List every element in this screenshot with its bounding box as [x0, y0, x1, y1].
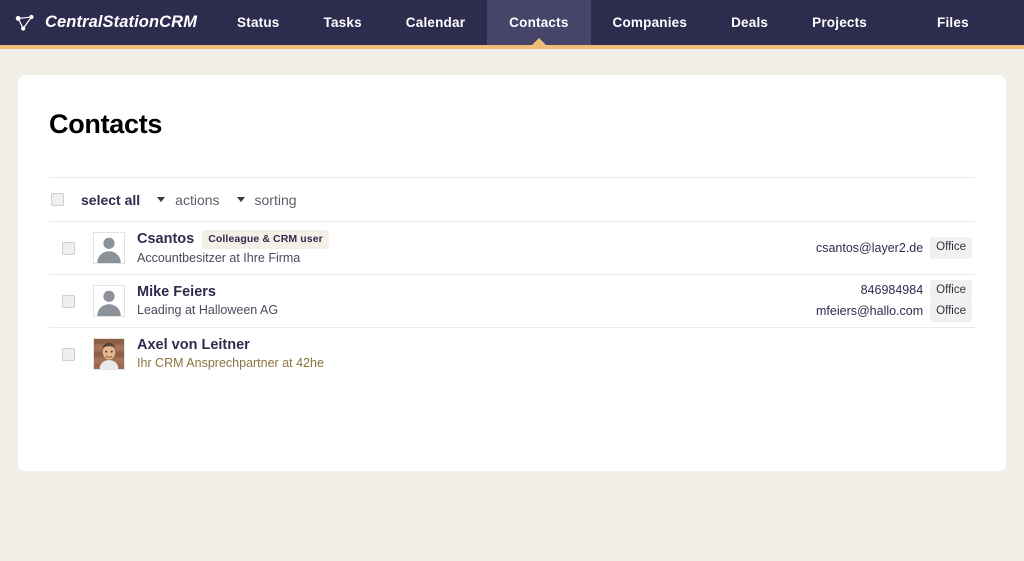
list-toolbar: select all actions sorting: [49, 177, 975, 221]
table-row[interactable]: Axel von Leitner Ihr CRM Ansprechpartner…: [49, 327, 975, 380]
select-all-label[interactable]: select all: [81, 192, 140, 208]
nav-item-contacts[interactable]: Contacts: [487, 0, 590, 45]
contact-name[interactable]: Axel von Leitner: [137, 336, 250, 354]
page-title: Contacts: [49, 109, 975, 140]
avatar: [93, 338, 125, 370]
row-checkbox[interactable]: [62, 242, 75, 255]
contact-name-line: Axel von Leitner: [137, 336, 972, 354]
contact-info: Axel von Leitner Ihr CRM Ansprechpartner…: [137, 336, 972, 372]
avatar: [93, 232, 125, 264]
nav-item-calendar[interactable]: Calendar: [384, 0, 487, 45]
detail-line: 846984984 Office: [816, 280, 972, 301]
contact-name-line: Mike Feiers: [137, 283, 816, 301]
table-row[interactable]: Mike Feiers Leading at Halloween AG 8469…: [49, 274, 975, 327]
chevron-down-icon-actions[interactable]: [157, 197, 165, 202]
detail-value[interactable]: 846984984: [861, 281, 924, 300]
contact-name-line: Csantos Colleague & CRM user: [137, 230, 816, 249]
actions-dropdown[interactable]: actions: [175, 192, 219, 208]
detail-value[interactable]: csantos@layer2.de: [816, 239, 923, 258]
detail-tag: Office: [930, 237, 972, 258]
nav-item-status[interactable]: Status: [215, 0, 301, 45]
contact-subtitle: Leading at Halloween AG: [137, 302, 816, 319]
contact-name[interactable]: Mike Feiers: [137, 283, 216, 301]
top-navigation-bar: CentralStationCRM Status Tasks Calendar …: [0, 0, 1024, 45]
row-checkbox[interactable]: [62, 295, 75, 308]
contact-name[interactable]: Csantos: [137, 230, 194, 248]
row-checkbox[interactable]: [62, 348, 75, 361]
brand-name: CentralStationCRM: [45, 13, 197, 32]
contact-details: 846984984 Office mfeiers@hallo.com Offic…: [816, 280, 975, 323]
nav-item-companies[interactable]: Companies: [591, 0, 710, 45]
contact-details: csantos@layer2.de Office: [816, 237, 975, 258]
detail-value[interactable]: mfeiers@hallo.com: [816, 302, 923, 321]
chevron-down-icon-sorting[interactable]: [237, 197, 245, 202]
sorting-dropdown[interactable]: sorting: [255, 192, 297, 208]
main-nav: Status Tasks Calendar Contacts Companies…: [215, 0, 991, 45]
detail-line: mfeiers@hallo.com Office: [816, 301, 972, 322]
network-nodes-icon: [14, 12, 36, 34]
nav-item-deals[interactable]: Deals: [709, 0, 790, 45]
detail-line: csantos@layer2.de Office: [816, 237, 972, 258]
nav-item-tasks[interactable]: Tasks: [302, 0, 384, 45]
table-row[interactable]: Csantos Colleague & CRM user Accountbesi…: [49, 221, 975, 274]
detail-tag: Office: [930, 280, 972, 301]
page-body: Contacts select all actions sorting: [0, 49, 1024, 471]
nav-item-files[interactable]: Files: [915, 0, 991, 45]
select-all-checkbox[interactable]: [51, 193, 64, 206]
brand-logo[interactable]: CentralStationCRM: [0, 0, 215, 45]
contact-subtitle: Ihr CRM Ansprechpartner at 42he: [137, 355, 972, 372]
contact-info: Csantos Colleague & CRM user Accountbesi…: [137, 230, 816, 267]
avatar: [93, 285, 125, 317]
contact-info: Mike Feiers Leading at Halloween AG: [137, 283, 816, 319]
detail-tag: Office: [930, 301, 972, 322]
contact-subtitle: Accountbesitzer at Ihre Firma: [137, 250, 816, 267]
nav-item-projects[interactable]: Projects: [790, 0, 889, 45]
contacts-card: Contacts select all actions sorting: [18, 75, 1006, 471]
status-badge: Colleague & CRM user: [202, 230, 329, 249]
